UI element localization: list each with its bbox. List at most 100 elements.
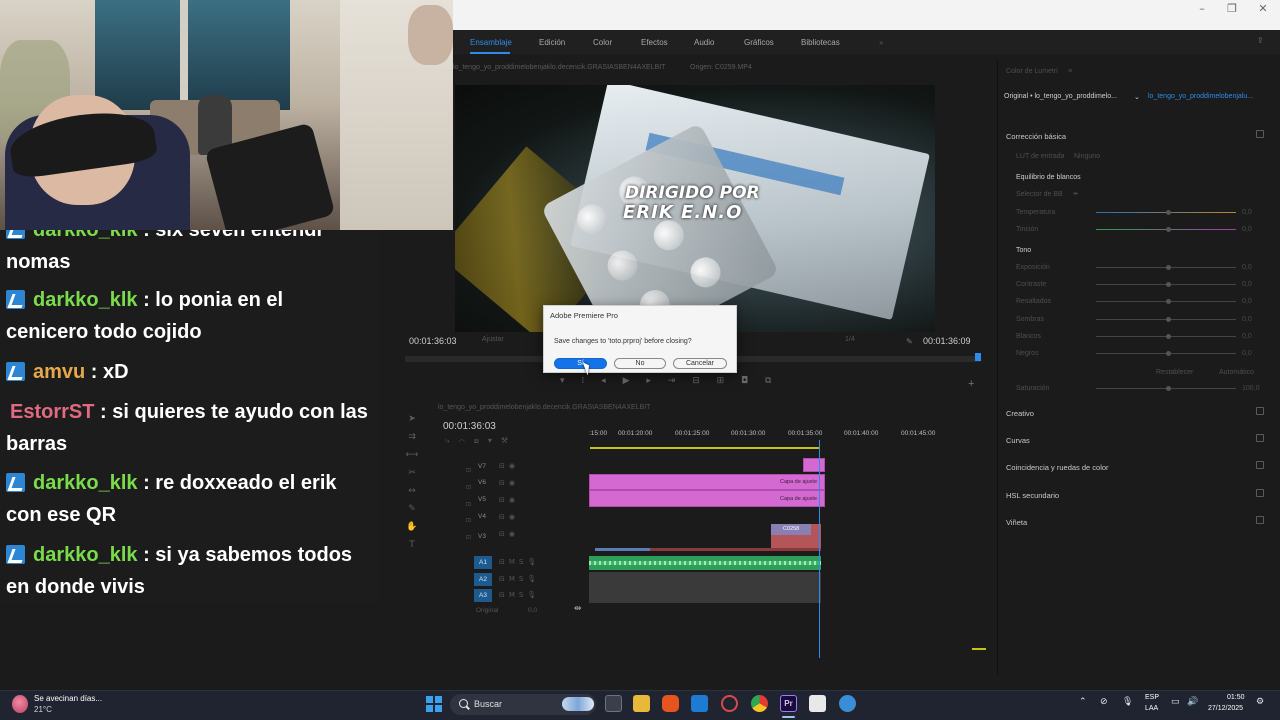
chevron-up-icon[interactable]: ⌃ (1079, 697, 1087, 707)
white-balance-header[interactable]: Equilibrio de blancos (1016, 174, 1081, 181)
hsl-checkbox[interactable] (1256, 489, 1264, 497)
clock-date[interactable]: 27/12/2025 (1208, 705, 1243, 712)
track-a1[interactable]: A1 (474, 556, 492, 569)
panel-menu-icon[interactable]: ≡ (1068, 68, 1072, 75)
tab-ensamblaje[interactable]: Ensamblaje (470, 38, 512, 47)
chat-username[interactable]: EstorrST (10, 401, 94, 423)
program-monitor-video[interactable]: DIRIGIDO POR ERIK E.N.O (455, 85, 935, 332)
auto-button[interactable]: Automático (1219, 369, 1254, 376)
lut-dropdown[interactable]: Ninguno (1074, 153, 1100, 160)
overwrite-icon[interactable]: ⊞ (717, 376, 725, 386)
tab-color[interactable]: Color (593, 38, 612, 47)
slider-knob[interactable] (1166, 317, 1171, 322)
shadows-slider[interactable] (1096, 317, 1236, 322)
timeline-playhead[interactable] (819, 440, 820, 658)
clock-time[interactable]: 01:50 (1227, 694, 1245, 701)
vignette-checkbox[interactable] (1256, 516, 1264, 524)
insert-icon[interactable]: ⊟ (692, 376, 700, 386)
track-v3[interactable]: V3 (478, 533, 486, 540)
minimize-icon[interactable]: – (1187, 2, 1217, 15)
microphone-icon[interactable]: 🎙 (1122, 697, 1133, 707)
chat-username[interactable]: darkko_klk (33, 544, 138, 566)
go-to-out-icon[interactable]: ⇥ (668, 376, 676, 386)
slider-knob[interactable] (1166, 386, 1171, 391)
highlights-slider[interactable] (1096, 299, 1236, 304)
exposure-slider[interactable] (1096, 265, 1236, 270)
lock-icons[interactable]: ⊡ ⊡ ⊡ ⊡ ⊡ (466, 463, 471, 547)
notification-bell-icon[interactable]: ⚙ (1256, 697, 1264, 707)
hand-icon[interactable]: ✋ (404, 518, 420, 536)
tab-edicion[interactable]: Edición (539, 38, 565, 47)
tone-header[interactable]: Tono (1016, 247, 1031, 254)
play-icon[interactable]: ▶ (623, 376, 630, 386)
volume-icon[interactable]: 🔊 (1187, 697, 1198, 707)
export-frame-icon[interactable]: ◘ (741, 376, 748, 386)
slider-knob[interactable] (1166, 351, 1171, 356)
track-v7[interactable]: V7 (478, 463, 486, 470)
weather-headline[interactable]: Se avecinan días... (34, 694, 102, 703)
sequence-tab[interactable]: lo_tengo_yo_proddimelobenjaklo.decencik.… (438, 404, 650, 411)
reset-button[interactable]: Restablecer (1156, 369, 1193, 376)
chat-username[interactable]: amvu (33, 361, 85, 383)
slip-icon[interactable]: ↔ (404, 482, 420, 500)
adjustment-layer-clip-v5[interactable]: Capa de ajuste (589, 490, 825, 507)
track-a3[interactable]: A3 (474, 589, 492, 602)
chevron-down-icon[interactable]: ⌄ (1134, 93, 1140, 101)
type-tool-icon[interactable]: T (404, 536, 420, 554)
curves-header[interactable]: Curvas (1006, 436, 1030, 445)
track-toggle-icons[interactable]: ⊟◉ (499, 513, 519, 521)
blacks-slider[interactable] (1096, 351, 1236, 356)
track-v6[interactable]: V6 (478, 479, 486, 486)
exposure-value[interactable]: 0,0 (1242, 264, 1252, 271)
wrench-icon[interactable]: ✎ (906, 337, 913, 346)
monitor-timecode-left[interactable]: 00:01:36:03 (409, 336, 457, 346)
track-v5[interactable]: V5 (478, 496, 486, 503)
yes-button[interactable]: Sí (554, 358, 607, 369)
tab-bibliotecas[interactable]: Bibliotecas (801, 38, 840, 47)
more-workspaces-icon[interactable]: » (879, 38, 883, 47)
mix-value[interactable]: 0,0 (528, 607, 537, 614)
slider-knob[interactable] (1166, 265, 1171, 270)
basic-correction-header[interactable]: Corrección básica (1006, 132, 1066, 141)
weather-temperature[interactable]: 21°C (34, 705, 52, 714)
search-label[interactable]: Buscar (474, 699, 502, 709)
step-forward-icon[interactable]: ▸ (646, 376, 651, 386)
chrome-icon[interactable] (751, 695, 768, 712)
highlights-value[interactable]: 0,0 (1242, 298, 1252, 305)
track-toggle-icons[interactable]: ⊟◉ (499, 530, 519, 538)
track-select-icon[interactable]: ⇉ (404, 428, 420, 446)
clip-fragment[interactable] (650, 548, 821, 551)
tint-value[interactable]: 0,0 (1242, 226, 1252, 233)
share-icon[interactable]: ⇪ (1257, 36, 1264, 45)
maximize-icon[interactable]: ❐ (1217, 2, 1247, 15)
fit-dropdown[interactable]: Ajustar (482, 336, 504, 343)
clip-fragment[interactable] (595, 548, 650, 551)
track-toggle-icons[interactable]: ⊟◉ (499, 496, 519, 504)
track-toggle-icons[interactable]: ⊟◉ (499, 479, 519, 487)
timeline-tools[interactable]: ⤷⌒⧈▾⚒ (445, 436, 517, 446)
slider-knob[interactable] (1166, 282, 1171, 287)
track-toggle-icons[interactable]: ⊟◉ (499, 462, 519, 470)
slider-knob[interactable] (1166, 227, 1171, 232)
language-bottom[interactable]: LAA (1145, 705, 1158, 712)
network-icon[interactable]: ⊘ (1100, 697, 1108, 707)
pen-icon[interactable]: ✎ (404, 500, 420, 518)
tint-slider[interactable] (1096, 227, 1236, 232)
app-icon[interactable] (721, 695, 738, 712)
razor-icon[interactable]: ✂ (404, 464, 420, 482)
creative-checkbox[interactable] (1256, 407, 1264, 415)
weather-icon[interactable] (12, 695, 28, 713)
tab-efectos[interactable]: Efectos (641, 38, 668, 47)
shadows-value[interactable]: 0,0 (1242, 316, 1252, 323)
saturation-slider[interactable] (1096, 386, 1236, 391)
curves-checkbox[interactable] (1256, 434, 1264, 442)
comparison-icon[interactable]: ⧉ (765, 376, 771, 386)
adjustment-layer-clip-v6[interactable]: Capa de ajuste (589, 474, 825, 490)
file-explorer-icon[interactable] (633, 695, 650, 712)
audio-track-controls[interactable]: ⊟MS🎙 (499, 591, 540, 599)
saturation-value[interactable]: 100,0 (1242, 385, 1260, 392)
eyedropper-icon[interactable]: ✒ (1073, 190, 1079, 198)
ripple-edit-icon[interactable]: ⟷ (404, 446, 420, 464)
step-back-icon[interactable]: ◂ (601, 376, 606, 386)
source-tab[interactable]: Origen: C0259.MP4 (690, 64, 752, 71)
